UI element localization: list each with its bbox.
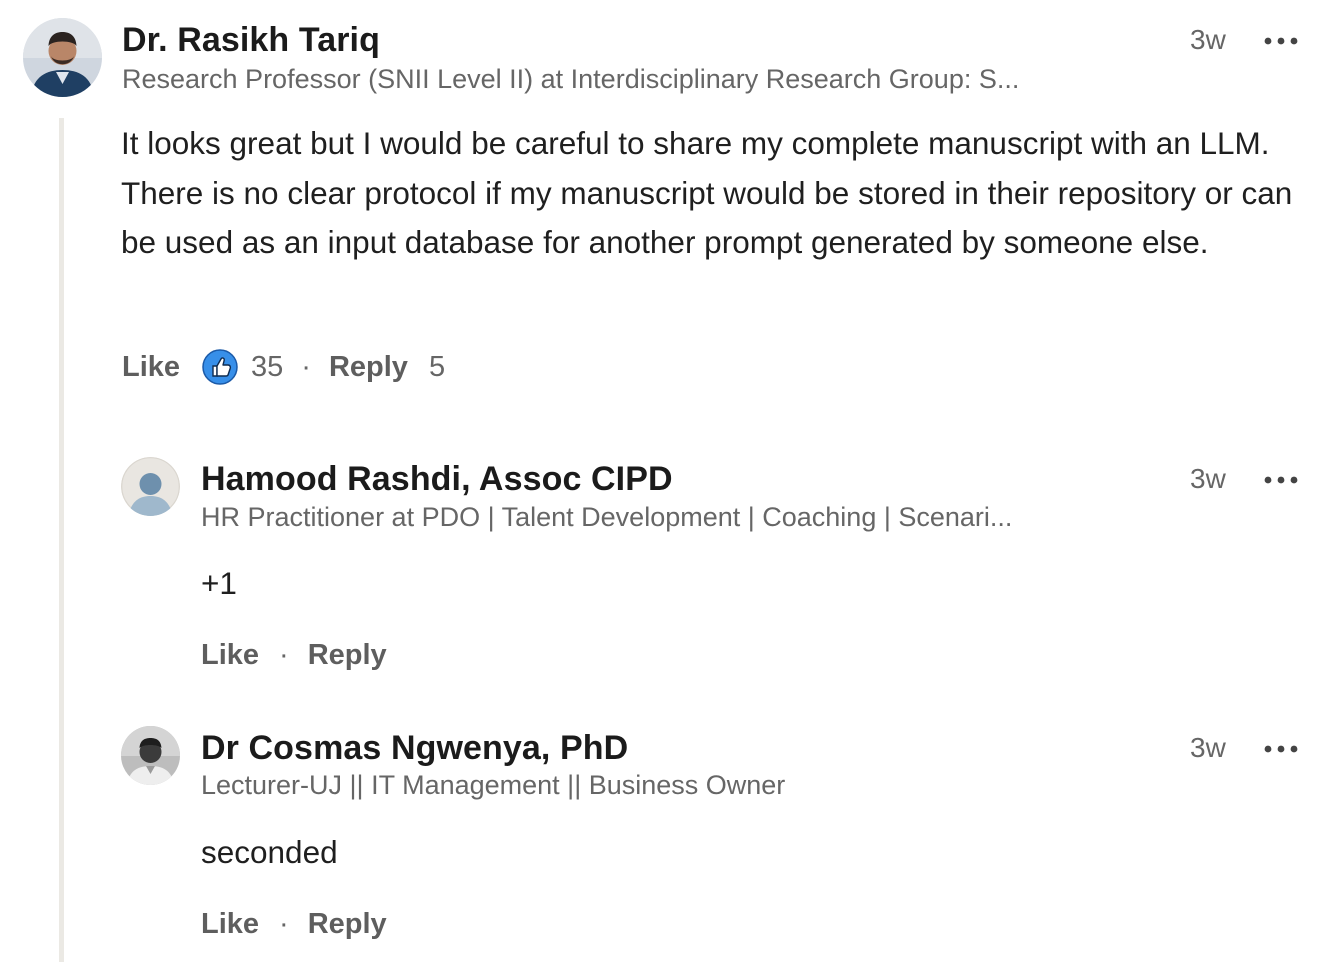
- separator: ·: [279, 908, 289, 940]
- comment-actions: Like · Reply: [201, 908, 387, 941]
- author-name[interactable]: Dr Cosmas Ngwenya, PhD: [201, 729, 628, 768]
- reply-button[interactable]: Reply: [308, 639, 387, 672]
- more-options-icon[interactable]: [1263, 743, 1299, 755]
- author-name[interactable]: Dr. Rasikh Tariq: [122, 21, 380, 60]
- timestamp: 3w: [1190, 24, 1226, 55]
- separator: ·: [279, 639, 289, 671]
- author-name[interactable]: Hamood Rashdi, Assoc CIPD: [201, 460, 673, 499]
- comment-text: seconded: [201, 834, 338, 870]
- reply-button[interactable]: Reply: [308, 908, 387, 941]
- comment-text: +1: [201, 565, 237, 601]
- reply-count[interactable]: 5: [429, 351, 445, 384]
- more-options-icon[interactable]: [1263, 474, 1299, 486]
- reaction-count[interactable]: 35: [251, 351, 283, 384]
- author-headline: Lecturer-UJ || IT Management || Business…: [201, 770, 786, 800]
- comment-actions: Like 35 · Reply 5: [122, 349, 445, 385]
- thread-line: [59, 118, 64, 962]
- like-button[interactable]: Like: [122, 351, 180, 384]
- author-headline: HR Practitioner at PDO | Talent Developm…: [201, 502, 1013, 532]
- separator: ·: [301, 350, 311, 383]
- author-headline: Research Professor (SNII Level II) at In…: [122, 64, 1020, 94]
- reply-button[interactable]: Reply: [329, 351, 408, 384]
- avatar[interactable]: [121, 457, 180, 516]
- timestamp: 3w: [1190, 732, 1226, 763]
- like-button[interactable]: Like: [201, 639, 259, 672]
- comment-text: It looks great but I would be careful to…: [121, 125, 1293, 260]
- like-button[interactable]: Like: [201, 908, 259, 941]
- more-options-icon[interactable]: [1263, 35, 1299, 47]
- avatar[interactable]: [23, 18, 102, 97]
- comment-actions: Like · Reply: [201, 639, 387, 672]
- timestamp: 3w: [1190, 463, 1226, 494]
- thumbs-up-icon[interactable]: [202, 349, 238, 385]
- avatar[interactable]: [121, 726, 180, 785]
